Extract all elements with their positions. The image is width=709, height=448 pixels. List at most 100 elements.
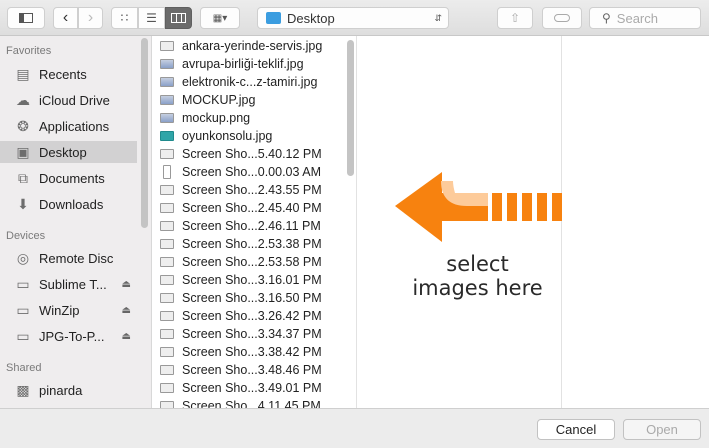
- file-thumbnail-icon: [160, 41, 174, 51]
- file-row[interactable]: Screen Sho...2.46.11 PM: [152, 217, 321, 235]
- sidebar-toggle-button[interactable]: [7, 7, 45, 29]
- file-scrollbar[interactable]: [347, 40, 354, 176]
- eject-icon[interactable]: ⏏: [122, 305, 131, 316]
- file-name: Screen Sho...3.16.01 PM: [182, 273, 322, 287]
- arrange-button[interactable]: ▦▾: [200, 7, 240, 29]
- file-thumbnail-icon: [160, 257, 174, 267]
- file-row[interactable]: Screen Sho...3.49.01 PM: [152, 379, 322, 397]
- sidebar-item-icloud[interactable]: ☁ iCloud Drive: [0, 89, 137, 111]
- folder-icon: [266, 12, 281, 24]
- file-thumbnail-icon: [160, 149, 174, 159]
- file-row[interactable]: Screen Sho...2.45.40 PM: [152, 199, 322, 217]
- overlay-caption: select images here: [380, 252, 575, 300]
- file-row[interactable]: mockup.png: [152, 109, 250, 127]
- cancel-button[interactable]: Cancel: [537, 419, 615, 440]
- file-row[interactable]: Screen Sho...2.53.58 PM: [152, 253, 322, 271]
- file-name: elektronik-c...z-tamiri.jpg: [182, 75, 318, 89]
- sidebar-item-downloads[interactable]: ⬇ Downloads: [0, 193, 137, 215]
- search-placeholder: Search: [616, 10, 658, 26]
- sidebar-item-documents[interactable]: ⧉ Documents: [0, 167, 137, 189]
- file-row[interactable]: MOCKUP.jpg: [152, 91, 255, 109]
- file-row[interactable]: Screen Sho...3.48.46 PM: [152, 361, 322, 379]
- sidebar-item-desktop[interactable]: ▣ Desktop: [0, 141, 137, 163]
- file-row[interactable]: elektronik-c...z-tamiri.jpg: [152, 73, 317, 91]
- file-column: Screen Sho...4.11.45 PM Screen Sho...3.49…: [152, 36, 357, 408]
- back-button[interactable]: ‹: [53, 7, 78, 29]
- sidebar-scrollbar[interactable]: [141, 38, 148, 228]
- sidebar-item-label: Desktop: [39, 144, 87, 160]
- sidebar-item-applications[interactable]: ❂ Applications: [0, 115, 137, 137]
- sidebar-item-label: Sublime T...: [39, 276, 107, 292]
- chevron-left-icon: ‹: [62, 9, 69, 26]
- sidebar-item-winzip[interactable]: ▭ WinZip ⏏: [0, 299, 137, 321]
- file-name: Screen Sho...3.38.42 PM: [182, 345, 322, 359]
- sidebar-item-pinarda[interactable]: ▩ pinarda: [0, 379, 137, 401]
- file-name: Screen Sho...4.11.45 PM: [182, 399, 321, 408]
- sidebar: Favorites ▤ Recents ☁ iCloud Drive ❂ Applic…: [0, 36, 152, 408]
- sidebar-item-label: Remote Disc: [39, 250, 114, 266]
- sidebar-item-jpg-to-pdf[interactable]: ▭ JPG-To-P... ⏏: [0, 325, 137, 347]
- arrow-dash: [507, 193, 517, 221]
- location-label: Desktop: [287, 10, 335, 26]
- eject-icon[interactable]: ⏏: [122, 279, 131, 290]
- sidebar-item-label: iCloud Drive: [39, 92, 110, 108]
- location-dropdown[interactable]: Desktop ⇵: [257, 7, 449, 29]
- cloud-icon: ☁: [16, 91, 30, 108]
- file-row[interactable]: oyunkonsolu.jpg: [152, 127, 272, 145]
- drive-icon: ▭: [16, 327, 30, 344]
- arrange-icon: ▦▾: [212, 12, 228, 24]
- file-row[interactable]: ankara-yerinde-servis.jpg: [152, 37, 322, 55]
- shared-heading: Shared: [6, 362, 42, 374]
- file-row[interactable]: Screen Sho...3.26.42 PM: [152, 307, 322, 325]
- tags-button[interactable]: [542, 7, 582, 29]
- tag-icon: [554, 14, 570, 22]
- column-view-button[interactable]: [165, 7, 192, 29]
- grid-icon: ∷: [120, 11, 129, 25]
- file-row[interactable]: Screen Sho...2.53.38 PM: [152, 235, 322, 253]
- empty-column: [562, 36, 709, 408]
- file-name: Screen Sho...2.53.58 PM: [182, 255, 322, 269]
- forward-button[interactable]: ›: [78, 7, 103, 29]
- share-icon: ⇧: [509, 11, 521, 25]
- sidebar-item-remote-disc[interactable]: ◎ Remote Disc: [0, 247, 137, 269]
- file-row[interactable]: avrupa-birliği-teklif.jpg: [152, 55, 304, 73]
- file-row[interactable]: Screen Sho...3.38.42 PM: [152, 343, 322, 361]
- file-row[interactable]: Screen Sho...4.11.45 PM: [152, 397, 321, 408]
- sidebar-item-label: Recents: [39, 66, 87, 82]
- sidebar-item-label: Applications: [39, 118, 110, 134]
- sidebar-item-label: WinZip: [39, 302, 80, 318]
- file-row[interactable]: Screen Sho...5.40.12 PM: [152, 145, 322, 163]
- file-row[interactable]: Screen Sho...2.43.55 PM: [152, 181, 322, 199]
- eject-icon[interactable]: ⏏: [122, 331, 131, 342]
- file-name: mockup.png: [182, 111, 251, 125]
- file-row[interactable]: Screen Sho...3.34.37 PM: [152, 325, 322, 343]
- file-name: Screen Sho...3.49.01 PM: [182, 381, 322, 395]
- computer-icon: ▩: [16, 381, 30, 398]
- icon-view-button[interactable]: ∷: [111, 7, 138, 29]
- file-thumbnail-icon: [160, 239, 174, 249]
- file-name: Screen Sho...0.00.03 AM: [182, 165, 321, 179]
- arrow-graphic: [395, 172, 562, 242]
- search-field[interactable]: ⚲ Search: [589, 7, 701, 29]
- file-name: MOCKUP.jpg: [182, 93, 256, 107]
- sidebar-item-label: Documents: [39, 170, 105, 186]
- disc-icon: ◎: [16, 249, 30, 266]
- sidebar-icon: [19, 13, 33, 23]
- file-name: Screen Sho...2.45.40 PM: [182, 201, 322, 215]
- applications-icon: ❂: [17, 117, 29, 134]
- list-view-button[interactable]: ☰: [138, 7, 165, 29]
- sidebar-item-label: Downloads: [39, 196, 104, 212]
- file-row[interactable]: Screen Sho...3.16.01 PM: [152, 271, 322, 289]
- sidebar-item-sublime[interactable]: ▭ Sublime T... ⏏: [0, 273, 137, 295]
- sidebar-item-recents[interactable]: ▤ Recents: [0, 63, 137, 85]
- bottom-bar: Cancel Open: [0, 408, 709, 448]
- file-name: Screen Sho...2.46.11 PM: [182, 219, 321, 233]
- downloads-icon: ⬇: [17, 195, 29, 212]
- share-button[interactable]: ⇧: [497, 7, 533, 29]
- file-name: Screen Sho...2.43.55 PM: [182, 183, 322, 197]
- file-name: Screen Sho...2.53.38 PM: [182, 237, 322, 251]
- file-row[interactable]: Screen Sho...3.16.50 PM: [152, 289, 322, 307]
- open-button[interactable]: Open: [623, 419, 701, 440]
- caption-line-1: select: [446, 252, 509, 276]
- file-row[interactable]: Screen Sho...0.00.03 AM: [152, 163, 321, 181]
